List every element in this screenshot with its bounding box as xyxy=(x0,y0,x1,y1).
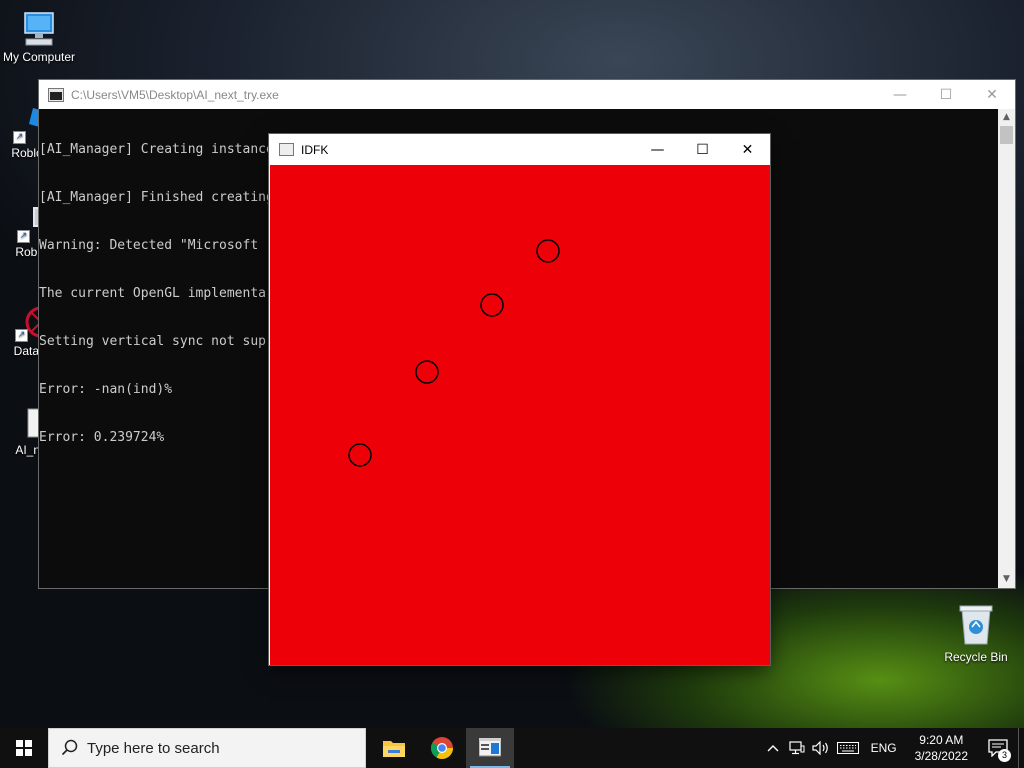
search-icon xyxy=(61,739,78,756)
minimize-button[interactable]: — xyxy=(877,80,923,109)
show-hidden-icons-button[interactable] xyxy=(761,728,785,768)
clock-time: 9:20 AM xyxy=(919,733,964,747)
scroll-up-icon[interactable]: ▲ xyxy=(998,109,1015,126)
agent-circle-1 xyxy=(536,239,560,263)
console-scrollbar[interactable]: ▲ ▼ xyxy=(998,109,1015,588)
console-titlebar[interactable]: C:\Users\VM5\Desktop\AI_next_try.exe — ☐… xyxy=(39,80,1015,109)
taskbar-search-box[interactable]: Type here to search xyxy=(48,728,366,768)
start-button[interactable] xyxy=(0,728,48,768)
network-icon xyxy=(788,741,805,755)
taskbar-file-explorer[interactable] xyxy=(370,728,418,768)
recycle-bin-label: Recycle Bin xyxy=(944,650,1008,664)
maximize-button[interactable]: ☐ xyxy=(680,134,725,165)
shortcut-arrow-icon: ↗ xyxy=(15,329,28,342)
windows-logo-icon xyxy=(16,740,32,756)
clock[interactable]: 9:20 AM 3/28/2022 xyxy=(905,732,978,764)
agent-circle-4 xyxy=(348,443,372,467)
render-surface xyxy=(348,239,560,467)
volume-button[interactable] xyxy=(809,728,833,768)
idfk-window-title: IDFK xyxy=(301,142,329,157)
scroll-thumb[interactable] xyxy=(1000,126,1013,144)
taskbar-chrome[interactable] xyxy=(418,728,466,768)
desktop-icon-label: My Computer xyxy=(2,50,76,64)
render-canvas[interactable] xyxy=(270,165,770,665)
minimize-button[interactable]: — xyxy=(635,134,680,165)
idfk-window[interactable]: IDFK — ☐ ✕ xyxy=(269,134,770,665)
clock-date: 3/28/2022 xyxy=(914,749,968,763)
taskbar-ai-next-try[interactable] xyxy=(466,728,514,768)
network-button[interactable] xyxy=(785,728,809,768)
close-button[interactable]: ✕ xyxy=(969,80,1015,109)
idfk-titlebar[interactable]: IDFK — ☐ ✕ xyxy=(269,134,770,165)
folder-icon xyxy=(383,741,405,757)
system-tray: ENG 9:20 AM 3/28/2022 3 xyxy=(761,728,1024,768)
idfk-app-icon xyxy=(279,143,294,156)
maximize-icon: ☐ xyxy=(939,86,953,103)
close-button[interactable]: ✕ xyxy=(725,134,770,165)
keyboard-icon xyxy=(836,742,859,754)
notification-count-badge: 3 xyxy=(998,749,1011,762)
shortcut-arrow-icon: ↗ xyxy=(13,131,26,144)
taskbar: Type here to search ENG 9:20 AM 3/28/202… xyxy=(0,728,1024,768)
recycle-bin-icon xyxy=(956,602,996,646)
search-placeholder: Type here to search xyxy=(87,739,220,757)
chevron-up-icon xyxy=(767,745,779,752)
scroll-down-icon[interactable]: ▼ xyxy=(998,571,1015,588)
action-center-button[interactable]: 3 xyxy=(978,728,1018,768)
computer-icon xyxy=(20,10,58,48)
agent-circle-3 xyxy=(415,360,439,384)
minimize-icon: — xyxy=(650,141,665,158)
desktop-icon-recycle-bin[interactable]: Recycle Bin xyxy=(938,602,1014,664)
show-desktop-button[interactable] xyxy=(1018,728,1024,768)
app-window-icon xyxy=(479,738,501,757)
maximize-icon: ☐ xyxy=(696,141,709,158)
input-language[interactable]: ENG xyxy=(863,741,905,755)
maximize-button[interactable]: ☐ xyxy=(923,80,969,109)
minimize-icon: — xyxy=(893,86,907,103)
chrome-icon xyxy=(431,737,453,759)
console-window-controls: — ☐ ✕ xyxy=(877,80,1015,109)
speaker-icon xyxy=(811,741,828,755)
close-icon: ✕ xyxy=(986,86,998,103)
agent-circle-2 xyxy=(480,293,504,317)
desktop-icon-my-computer[interactable]: My Computer xyxy=(1,10,77,64)
touch-keyboard-button[interactable] xyxy=(833,728,863,768)
shortcut-arrow-icon: ↗ xyxy=(17,230,30,243)
console-window-title: C:\Users\VM5\Desktop\AI_next_try.exe xyxy=(71,87,279,102)
idfk-window-controls: — ☐ ✕ xyxy=(635,134,770,165)
console-app-icon xyxy=(48,87,64,102)
close-icon: ✕ xyxy=(741,141,754,158)
